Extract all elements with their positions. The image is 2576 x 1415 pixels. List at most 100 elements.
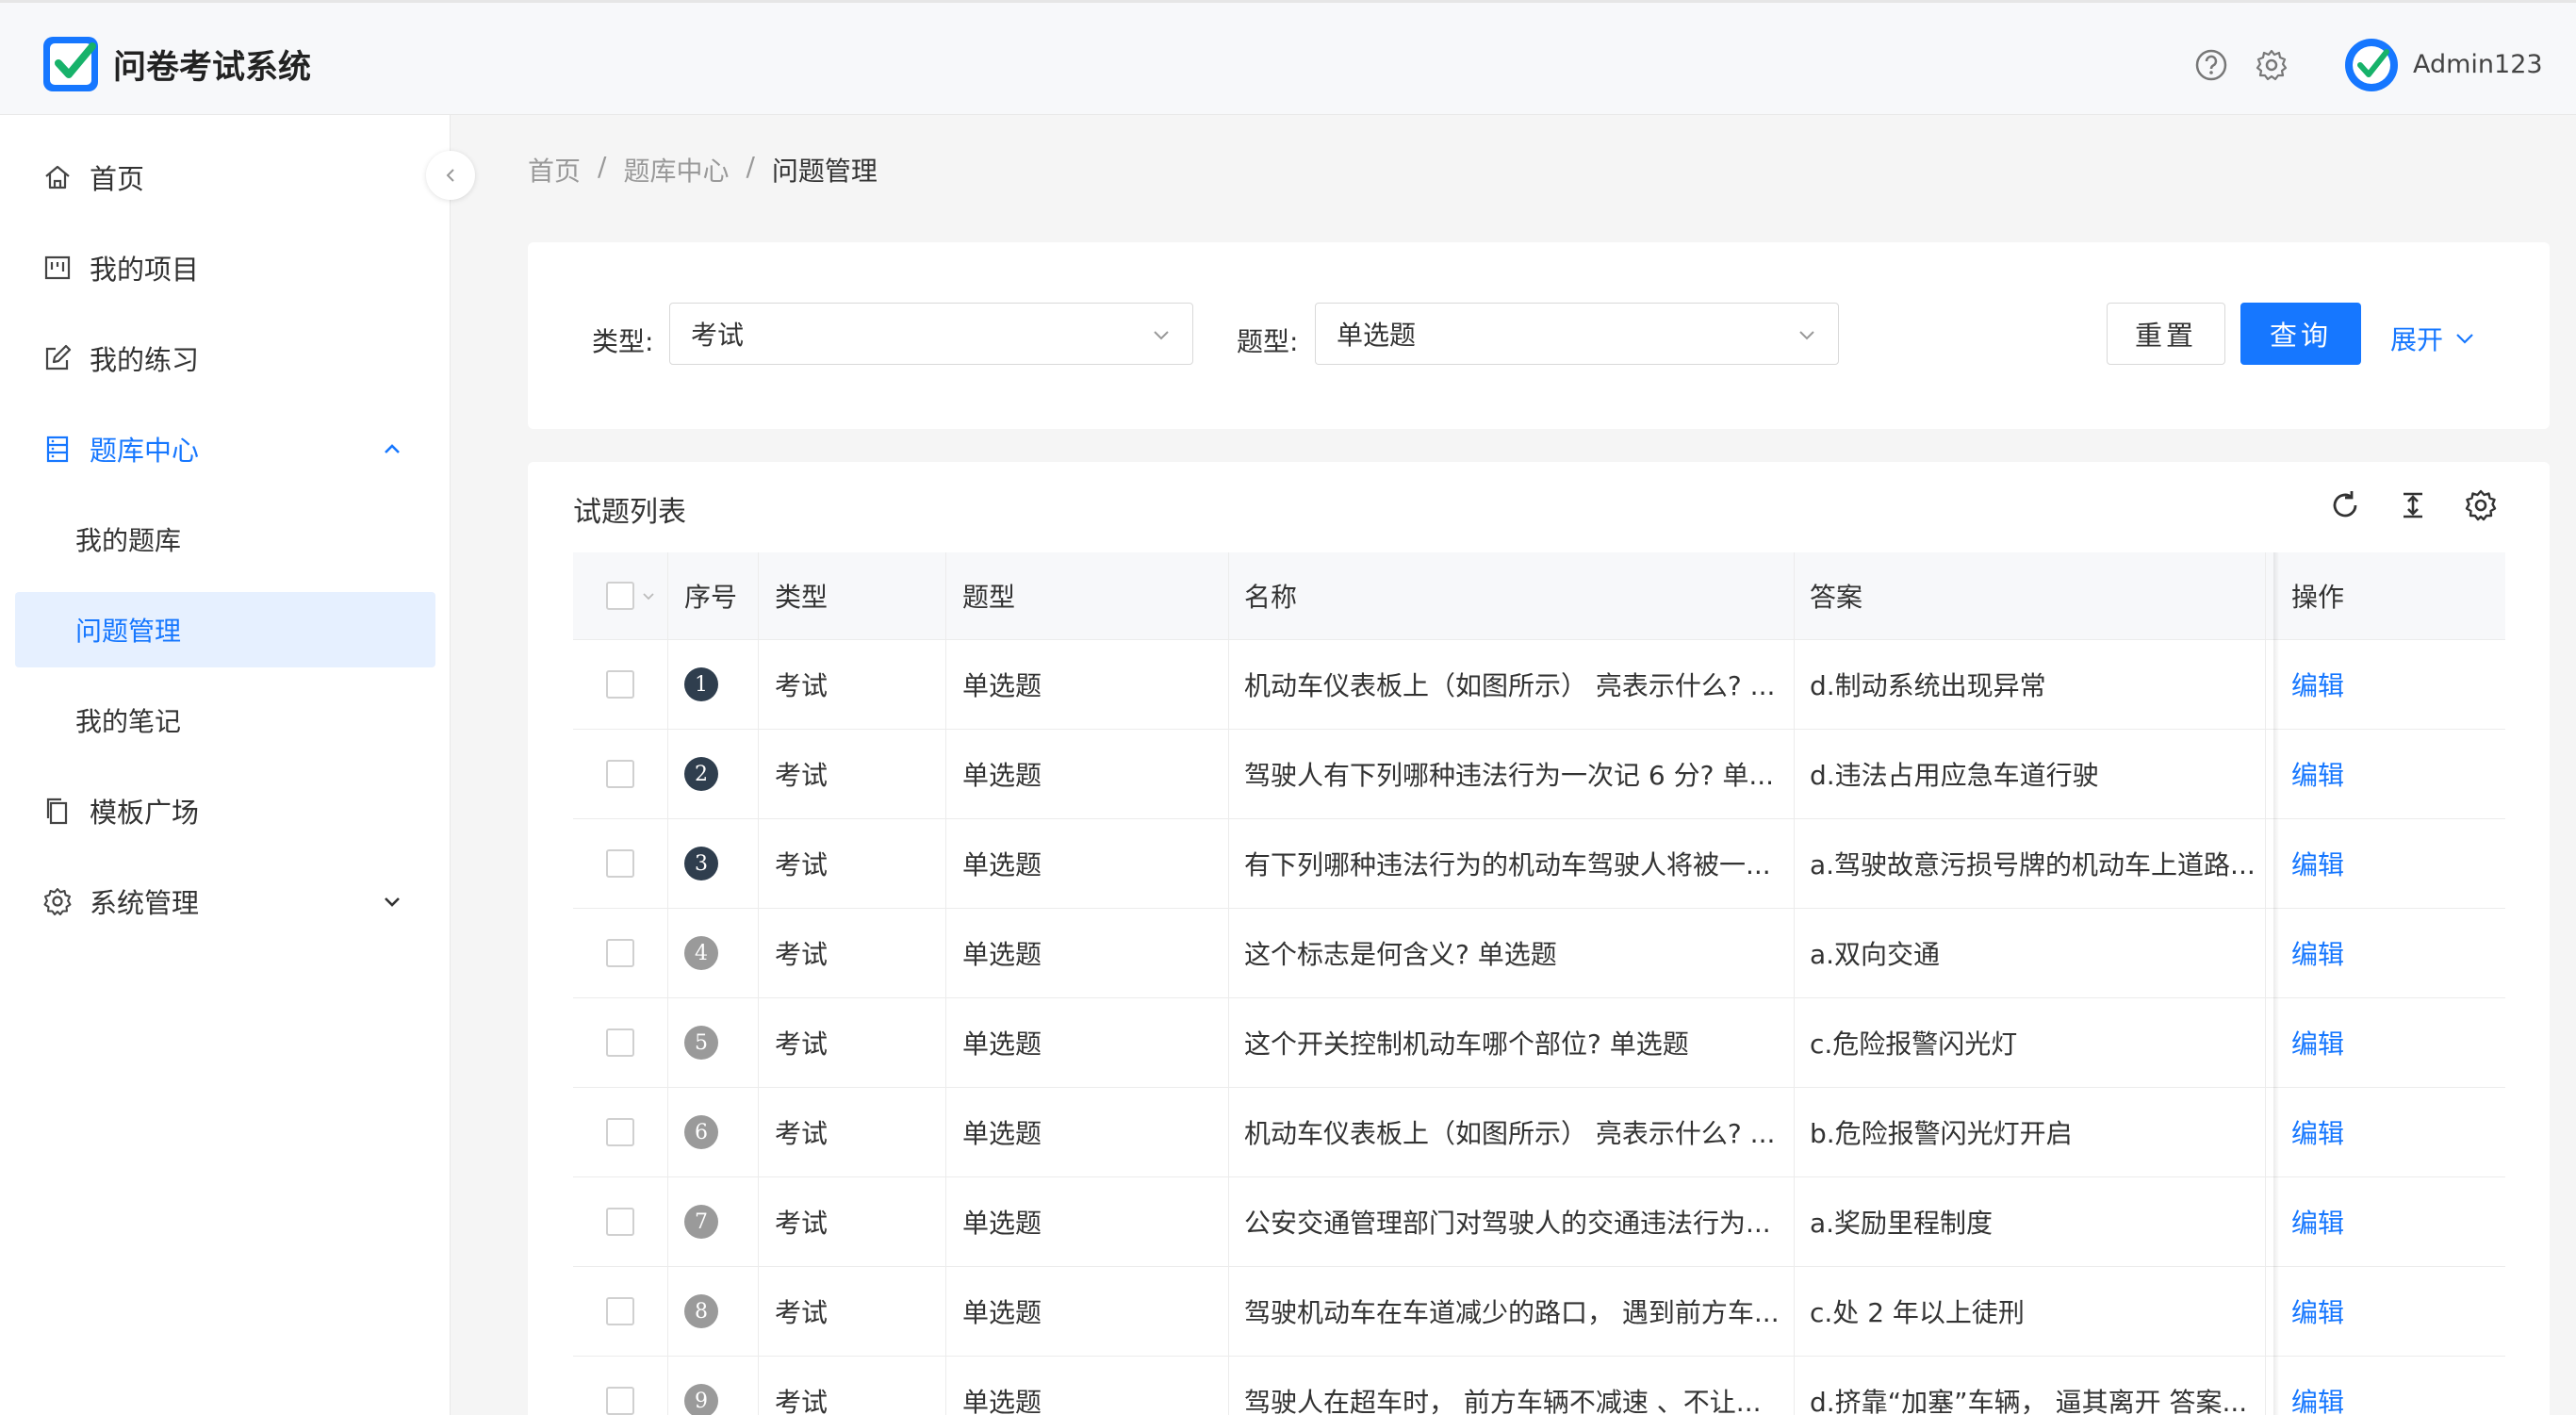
sidebar-subitem-label: 我的题库 [75, 525, 182, 556]
chevron-down-icon [2456, 334, 2473, 344]
row-index: 5 [684, 998, 718, 1087]
row-checkbox[interactable] [606, 640, 634, 729]
sidebar-item-system[interactable]: 系统管理 [0, 864, 451, 939]
column-divider [945, 1177, 946, 1266]
row-checkbox[interactable] [606, 1267, 634, 1356]
app-title: 问卷考试系统 [113, 48, 312, 87]
sidebar-subitem-question-management[interactable]: 问题管理 [15, 592, 435, 667]
column-divider [1794, 1267, 1795, 1356]
table-row[interactable]: 2 考试 单选题 驾驶人有下列哪种违法行为一次记 6 分? 单... d.违法占用应急车… [573, 730, 2505, 819]
row-checkbox[interactable] [606, 1177, 634, 1266]
row-name: 公安交通管理部门对驾驶人的交通违法行为... [1244, 1208, 1771, 1239]
row-question-type: 单选题 [962, 760, 1042, 791]
column-divider [945, 1267, 946, 1356]
column-header-answer[interactable]: 答案 [1810, 552, 1862, 639]
table-row[interactable]: 8 考试 单选题 驾驶机动车在车道减少的路口， 遇到前方车... c.处 2 年以上徒刑… [573, 1267, 2505, 1357]
top-bar: 问卷考试系统 Admin123 [0, 0, 2576, 115]
table-row[interactable]: 1 考试 单选题 机动车仪表板上（如图所示） 亮表示什么? ... d.制动系统出现异常… [573, 640, 2505, 730]
column-header-question-type[interactable]: 题型 [962, 552, 1015, 639]
sidebar-item-templates[interactable]: 模板广场 [0, 773, 451, 848]
row-question-type: 单选题 [962, 1028, 1042, 1060]
column-divider [1228, 1357, 1229, 1415]
reset-button[interactable]: 重置 [2107, 303, 2225, 365]
expand-label: 展开 [2390, 324, 2444, 355]
edit-link[interactable]: 编辑 [2291, 1088, 2344, 1176]
chevron-down-icon [1795, 322, 1819, 347]
edit-link[interactable]: 编辑 [2291, 909, 2344, 997]
column-header-index[interactable]: 序号 [684, 552, 737, 639]
row-density-icon[interactable] [2394, 486, 2432, 524]
column-divider [1794, 1088, 1795, 1176]
username[interactable]: Admin123 [2413, 50, 2543, 79]
app-logo[interactable]: 问卷考试系统 [43, 37, 311, 91]
table-row[interactable]: 6 考试 单选题 机动车仪表板上（如图所示） 亮表示什么? ... b.危险报警闪光灯开… [573, 1088, 2505, 1177]
settings-icon[interactable] [2255, 48, 2289, 82]
sidebar-collapse-button[interactable] [426, 151, 475, 200]
column-divider [1228, 998, 1229, 1087]
expand-filters-link[interactable]: 展开 [2390, 320, 2477, 357]
row-checkbox[interactable] [606, 909, 634, 997]
table-row[interactable]: 5 考试 单选题 这个开关控制机动车哪个部位? 单选题 c.危险报警闪光灯 编辑 [573, 998, 2505, 1088]
sidebar-item-label: 我的练习 [90, 344, 200, 376]
row-checkbox[interactable] [606, 998, 634, 1087]
table-row[interactable]: 3 考试 单选题 有下列哪种违法行为的机动车驾驶人将被一... a.驾驶故意污损号牌的机… [573, 819, 2505, 909]
table-row[interactable]: 9 考试 单选题 驾驶人在超车时， 前方车辆不减速 、不让... d.挤靠“加塞”车辆，… [573, 1357, 2505, 1415]
column-divider [2265, 819, 2266, 908]
column-divider [1794, 552, 1795, 639]
column-divider [667, 819, 668, 908]
edit-link[interactable]: 编辑 [2291, 998, 2344, 1087]
column-divider [667, 1267, 668, 1356]
row-checkbox[interactable] [606, 1357, 634, 1415]
query-button[interactable]: 查询 [2240, 303, 2361, 365]
sidebar-item-question-bank[interactable]: 题库中心 [0, 411, 451, 486]
edit-link[interactable]: 编辑 [2291, 730, 2344, 818]
select-all-checkbox[interactable] [606, 552, 657, 639]
column-divider [945, 730, 946, 818]
type-select[interactable]: 考试 [669, 303, 1193, 365]
row-checkbox[interactable] [606, 819, 634, 908]
row-index: 6 [684, 1088, 718, 1176]
home-icon [42, 162, 73, 192]
column-settings-icon[interactable] [2462, 486, 2500, 524]
row-checkbox[interactable] [606, 730, 634, 818]
sidebar-subitem-notes[interactable]: 我的笔记 [15, 683, 435, 758]
type-select-value: 考试 [691, 320, 745, 351]
row-name: 机动车仪表板上（如图所示） 亮表示什么? ... [1244, 1118, 1776, 1149]
column-header-type[interactable]: 类型 [775, 552, 828, 639]
column-header-action: 操作 [2291, 582, 2345, 613]
index-badge: 5 [684, 1026, 718, 1060]
question-type-select[interactable]: 单选题 [1315, 303, 1839, 365]
user-avatar[interactable] [2345, 39, 2398, 91]
row-question-type: 单选题 [962, 1297, 1042, 1328]
edit-link[interactable]: 编辑 [2291, 1177, 2344, 1266]
sidebar-item-home[interactable]: 首页 [0, 140, 451, 215]
column-divider [667, 1357, 668, 1415]
table-row[interactable]: 4 考试 单选题 这个标志是何含义? 单选题 a.双向交通 编辑 [573, 909, 2505, 998]
edit-link[interactable]: 编辑 [2291, 1357, 2344, 1415]
column-divider [667, 730, 668, 818]
breadcrumb-parent[interactable]: 题库中心 [623, 151, 729, 189]
edit-link[interactable]: 编辑 [2291, 640, 2344, 729]
index-badge: 8 [684, 1294, 718, 1328]
row-answer: b.危险报警闪光灯开启 [1810, 1118, 2073, 1149]
row-index: 9 [684, 1357, 718, 1415]
row-index: 2 [684, 730, 718, 818]
edit-link[interactable]: 编辑 [2291, 1267, 2344, 1356]
sidebar-subitem-my-bank[interactable]: 我的题库 [15, 502, 435, 577]
edit-link[interactable]: 编辑 [2291, 819, 2344, 908]
column-divider [1794, 998, 1795, 1087]
row-answer: a.驾驶故意污损号牌的机动车上道路... [1810, 849, 2253, 880]
breadcrumb-home[interactable]: 首页 [528, 151, 581, 189]
table-row[interactable]: 7 考试 单选题 公安交通管理部门对驾驶人的交通违法行为... a.奖励里程制度 编辑 [573, 1177, 2505, 1267]
refresh-icon[interactable] [2326, 486, 2364, 524]
sidebar-item-projects[interactable]: 我的项目 [0, 230, 451, 305]
row-type: 考试 [775, 670, 829, 701]
row-checkbox[interactable] [606, 1088, 634, 1176]
sidebar-item-practice[interactable]: 我的练习 [0, 321, 451, 396]
project-icon [42, 253, 73, 283]
row-index: 7 [684, 1177, 718, 1266]
column-header-name[interactable]: 名称 [1244, 552, 1297, 639]
column-divider [1228, 819, 1229, 908]
column-divider [945, 1357, 946, 1415]
help-icon[interactable] [2194, 48, 2228, 82]
